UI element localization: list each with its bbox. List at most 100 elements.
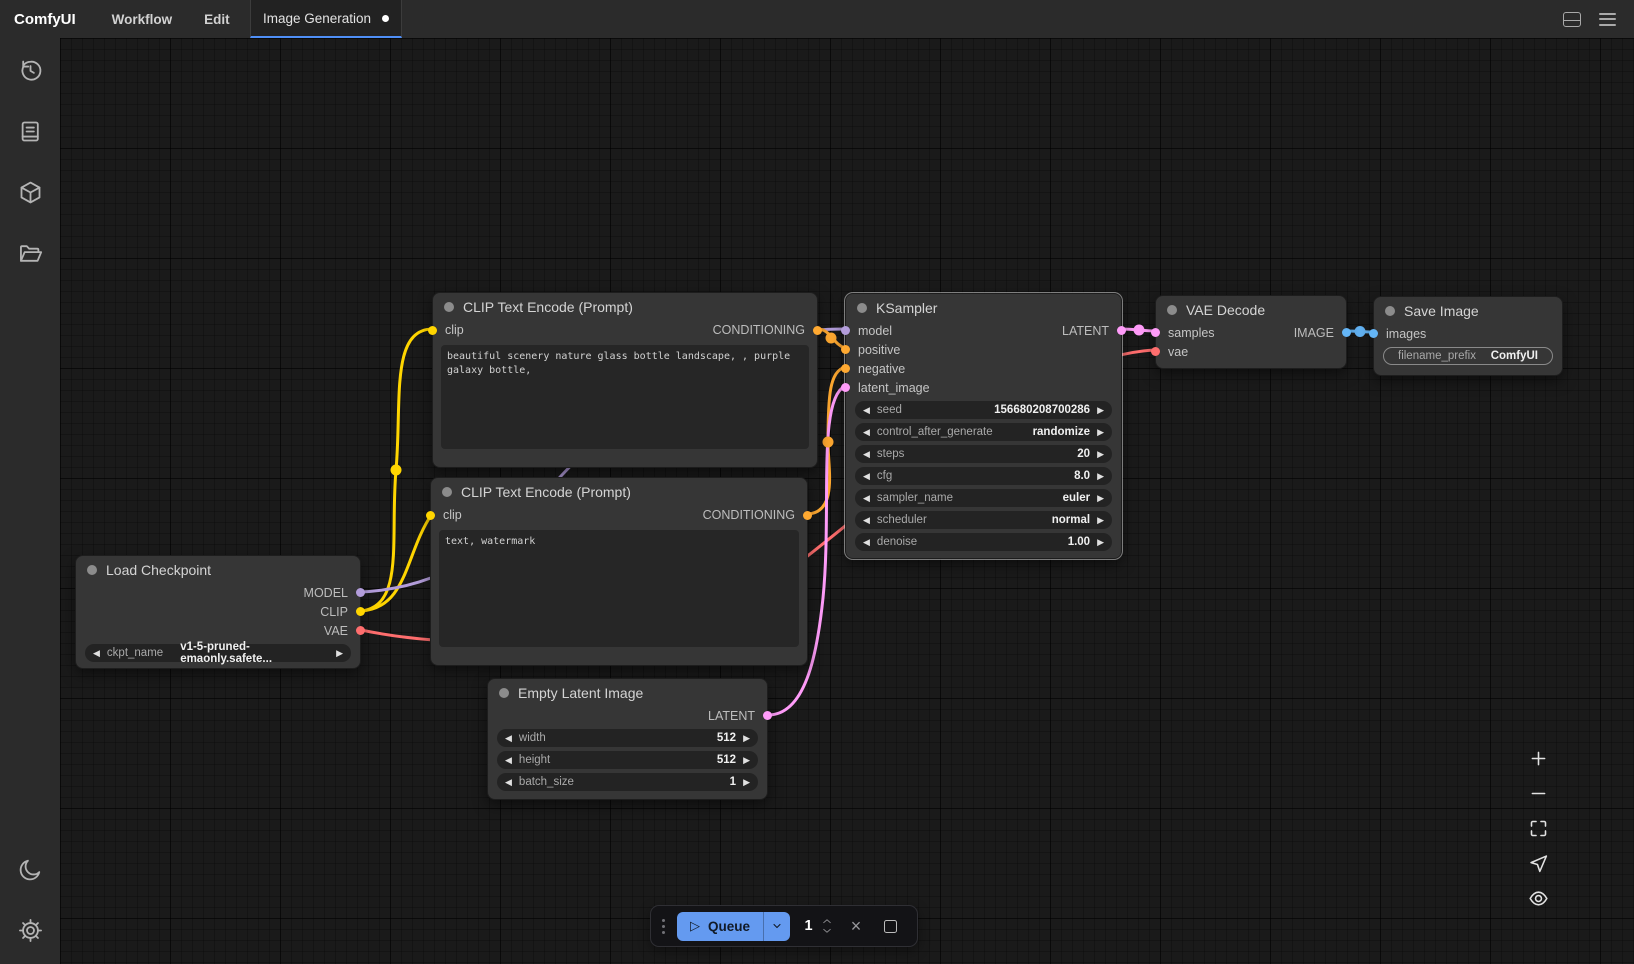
link-midpoint-dot[interactable] — [826, 333, 837, 344]
node-header[interactable]: CLIP Text Encode (Prompt) — [433, 293, 817, 320]
spinner-up-icon[interactable] — [822, 918, 832, 924]
queue-options-button[interactable] — [763, 912, 790, 941]
collapse-dot-icon[interactable] — [87, 565, 97, 575]
toggle-link-visibility-button[interactable] — [1524, 884, 1552, 912]
output-slot-vae[interactable] — [356, 626, 365, 635]
decrement-arrow-icon[interactable]: ◀ — [863, 516, 870, 525]
prompt-textarea[interactable]: text, watermark — [439, 530, 799, 647]
decrement-arrow-icon[interactable]: ◀ — [863, 494, 870, 503]
increment-arrow-icon[interactable]: ▶ — [1097, 450, 1104, 459]
increment-arrow-icon[interactable]: ▶ — [1097, 516, 1104, 525]
widget-steps[interactable]: ◀ steps 20 ▶ — [855, 445, 1112, 463]
decrement-arrow-icon[interactable]: ◀ — [93, 649, 100, 658]
input-slot-clip[interactable] — [428, 326, 437, 335]
clear-queue-button[interactable]: × — [844, 914, 868, 938]
node-ksampler[interactable]: KSampler model LATENT positive negative … — [845, 293, 1122, 559]
widget-denoise[interactable]: ◀ denoise 1.00 ▶ — [855, 533, 1112, 551]
increment-arrow-icon[interactable]: ▶ — [1097, 472, 1104, 481]
widget-sampler-name[interactable]: ◀ sampler_name euler ▶ — [855, 489, 1112, 507]
sidebar-item-workflows[interactable] — [10, 233, 50, 273]
link-midpoint-dot[interactable] — [1134, 325, 1145, 336]
input-slot-model[interactable] — [841, 326, 850, 335]
node-clip-text-encode-positive[interactable]: CLIP Text Encode (Prompt) clip CONDITION… — [432, 292, 818, 468]
input-slot-negative[interactable] — [841, 364, 850, 373]
batch-count-stepper[interactable]: 1 — [800, 918, 834, 934]
menu-edit[interactable]: Edit — [188, 12, 246, 27]
stop-button[interactable] — [878, 914, 902, 938]
sidebar-item-model-library[interactable] — [10, 172, 50, 212]
prompt-textarea[interactable]: beautiful scenery nature glass bottle la… — [441, 345, 809, 449]
sidebar-item-history[interactable] — [10, 50, 50, 90]
output-slot-clip[interactable] — [356, 607, 365, 616]
node-clip-text-encode-negative[interactable]: CLIP Text Encode (Prompt) clip CONDITION… — [430, 477, 808, 666]
collapse-dot-icon[interactable] — [1167, 305, 1177, 315]
increment-arrow-icon[interactable]: ▶ — [336, 649, 343, 658]
output-slot-conditioning[interactable] — [813, 326, 822, 335]
decrement-arrow-icon[interactable]: ◀ — [863, 428, 870, 437]
input-slot-vae[interactable] — [1151, 347, 1160, 356]
panel-toggle-icon[interactable] — [1563, 12, 1581, 27]
fit-view-button[interactable] — [1524, 814, 1552, 842]
zoom-in-button[interactable] — [1524, 744, 1552, 772]
decrement-arrow-icon[interactable]: ◀ — [863, 538, 870, 547]
decrement-arrow-icon[interactable]: ◀ — [863, 472, 870, 481]
collapse-dot-icon[interactable] — [442, 487, 452, 497]
sidebar-item-theme-toggle[interactable] — [10, 849, 50, 889]
link-clip-to-negative-encode[interactable] — [361, 514, 432, 611]
output-slot-image[interactable] — [1342, 328, 1351, 337]
link-clip-to-positive-encode[interactable] — [361, 329, 432, 611]
hamburger-menu-icon[interactable] — [1599, 13, 1616, 26]
decrement-arrow-icon[interactable]: ◀ — [505, 734, 512, 743]
node-load-checkpoint[interactable]: Load Checkpoint MODEL CLIP VAE ◀ ckpt_na… — [75, 555, 361, 669]
collapse-dot-icon[interactable] — [499, 688, 509, 698]
widget-height[interactable]: ◀ height 512 ▶ — [497, 751, 758, 769]
sidebar-item-settings[interactable] — [10, 910, 50, 950]
input-slot-images[interactable] — [1369, 329, 1378, 338]
decrement-arrow-icon[interactable]: ◀ — [505, 756, 512, 765]
node-header[interactable]: Load Checkpoint — [76, 556, 360, 583]
node-header[interactable]: CLIP Text Encode (Prompt) — [431, 478, 807, 505]
link-midpoint-dot[interactable] — [1355, 326, 1366, 337]
node-header[interactable]: Empty Latent Image — [488, 679, 767, 706]
widget-cfg[interactable]: ◀ cfg 8.0 ▶ — [855, 467, 1112, 485]
input-slot-positive[interactable] — [841, 345, 850, 354]
increment-arrow-icon[interactable]: ▶ — [1097, 494, 1104, 503]
queue-button[interactable]: ▷ Queue — [677, 912, 763, 941]
link-midpoint-dot[interactable] — [823, 437, 834, 448]
output-slot-conditioning[interactable] — [803, 511, 812, 520]
tab-image-generation[interactable]: Image Generation — [250, 0, 402, 38]
increment-arrow-icon[interactable]: ▶ — [743, 734, 750, 743]
output-slot-model[interactable] — [356, 588, 365, 597]
increment-arrow-icon[interactable]: ▶ — [1097, 538, 1104, 547]
drag-handle-icon[interactable] — [660, 915, 667, 938]
widget-control-after-generate[interactable]: ◀ control_after_generate randomize ▶ — [855, 423, 1112, 441]
widget-scheduler[interactable]: ◀ scheduler normal ▶ — [855, 511, 1112, 529]
node-header[interactable]: VAE Decode — [1156, 296, 1346, 323]
node-empty-latent-image[interactable]: Empty Latent Image LATENT ◀ width 512 ▶ … — [487, 678, 768, 800]
link-midpoint-dot[interactable] — [391, 465, 402, 476]
widget-batch-size[interactable]: ◀ batch_size 1 ▶ — [497, 773, 758, 791]
input-slot-clip[interactable] — [426, 511, 435, 520]
node-header[interactable]: Save Image — [1374, 297, 1562, 324]
menu-workflow[interactable]: Workflow — [96, 12, 189, 27]
decrement-arrow-icon[interactable]: ◀ — [863, 450, 870, 459]
increment-arrow-icon[interactable]: ▶ — [1097, 406, 1104, 415]
input-slot-latent-image[interactable] — [841, 383, 850, 392]
node-vae-decode[interactable]: VAE Decode samples IMAGE vae — [1155, 295, 1347, 369]
output-slot-latent[interactable] — [1117, 326, 1126, 335]
collapse-dot-icon[interactable] — [857, 303, 867, 313]
node-header[interactable]: KSampler — [846, 294, 1121, 321]
decrement-arrow-icon[interactable]: ◀ — [505, 778, 512, 787]
graph-canvas[interactable]: Load Checkpoint MODEL CLIP VAE ◀ ckpt_na… — [60, 38, 1634, 964]
input-slot-samples[interactable] — [1151, 328, 1160, 337]
increment-arrow-icon[interactable]: ▶ — [1097, 428, 1104, 437]
spinner-down-icon[interactable] — [822, 928, 832, 934]
select-mode-button[interactable] — [1524, 849, 1552, 877]
increment-arrow-icon[interactable]: ▶ — [743, 778, 750, 787]
decrement-arrow-icon[interactable]: ◀ — [863, 406, 870, 415]
sidebar-item-node-library[interactable] — [10, 111, 50, 151]
increment-arrow-icon[interactable]: ▶ — [743, 756, 750, 765]
widget-width[interactable]: ◀ width 512 ▶ — [497, 729, 758, 747]
zoom-out-button[interactable] — [1524, 779, 1552, 807]
collapse-dot-icon[interactable] — [444, 302, 454, 312]
